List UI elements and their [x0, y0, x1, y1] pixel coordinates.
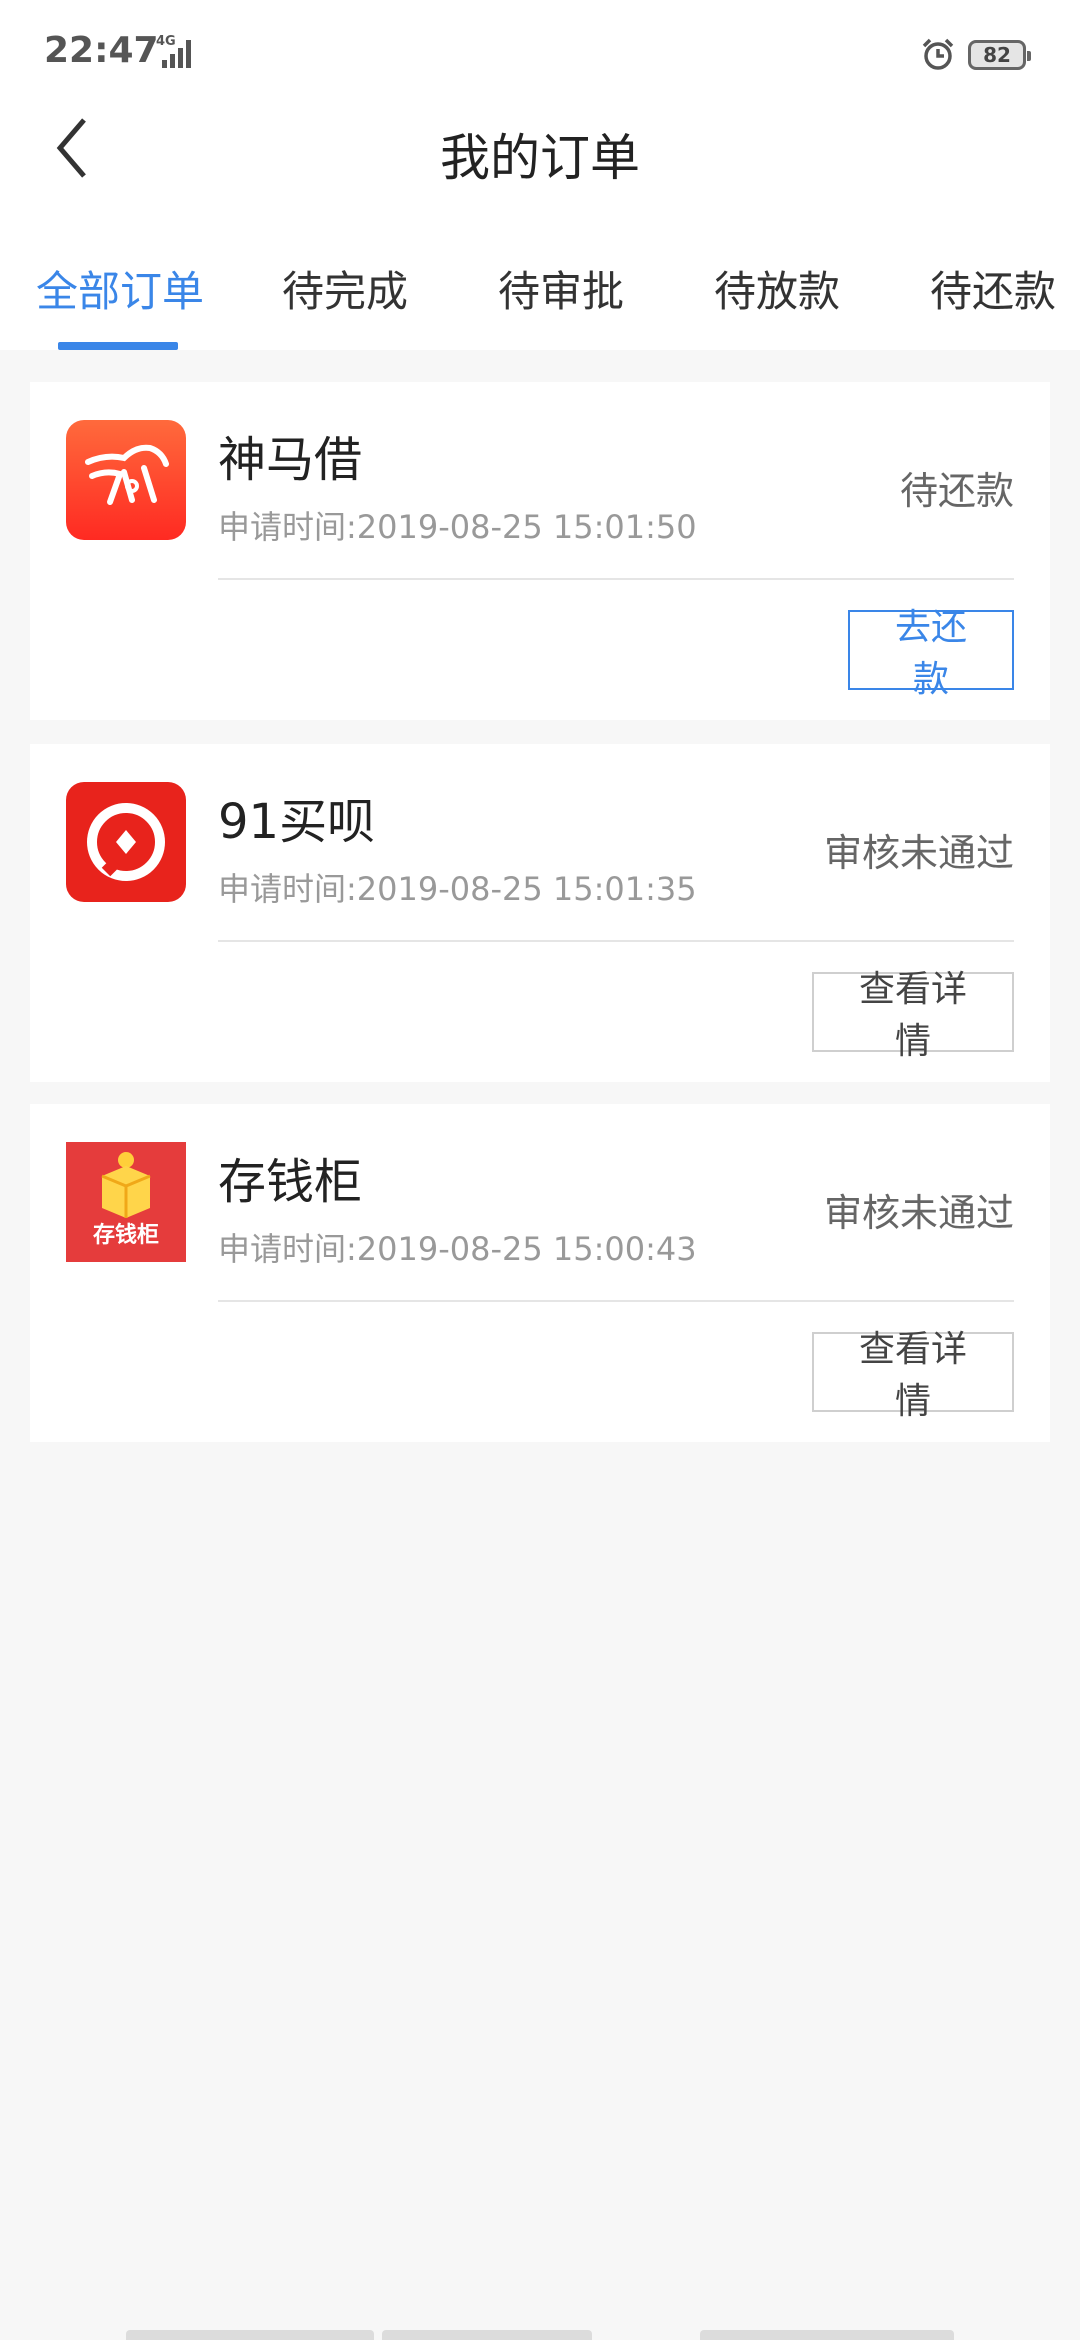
- cunqiangui-logo-icon: 存钱柜: [66, 1142, 186, 1262]
- status-right: 82: [920, 36, 1040, 76]
- 91maibei-logo-icon: [66, 782, 186, 902]
- divider: [218, 578, 1014, 580]
- view-details-button[interactable]: 查看详情: [812, 1329, 1014, 1422]
- order-status: 审核未通过: [823, 1191, 1014, 1235]
- active-tab-indicator: [58, 342, 178, 350]
- order-time: 申请时间:2019-08-25 15:00:43: [218, 1230, 697, 1268]
- view-details-button[interactable]: 查看详情: [812, 969, 1014, 1062]
- order-name: 神马借: [218, 432, 363, 488]
- order-card[interactable]: 存钱柜 存钱柜 申请时间:2019-08-25 15:00:43 审核未通过 查…: [30, 1104, 1050, 1442]
- network-type: 4G: [156, 34, 176, 49]
- signal-icon: 4G: [142, 34, 202, 70]
- order-name: 存钱柜: [218, 1154, 363, 1210]
- page-title: 我的订单: [440, 129, 640, 187]
- order-time: 申请时间:2019-08-25 15:01:35: [218, 870, 697, 908]
- tab-pending-disbursement[interactable]: 待放款: [714, 258, 840, 319]
- order-card[interactable]: 91买呗 申请时间:2019-08-25 15:01:35 审核未通过 查看详情: [30, 744, 1050, 1082]
- battery-indicator: 82: [968, 40, 1031, 70]
- top-area: 22:47 4G 82 我的订单 全部订单 待完成 待审批 待放款 待还款: [0, 0, 1080, 350]
- order-name: 91买呗: [218, 794, 376, 850]
- order-time: 申请时间:2019-08-25 15:01:50: [218, 508, 697, 546]
- alarm-icon: [922, 38, 954, 70]
- tab-pending-approval[interactable]: 待审批: [498, 258, 624, 319]
- logo-text: 存钱柜: [93, 1222, 159, 1248]
- order-card[interactable]: 神马借 申请时间:2019-08-25 15:01:50 待还款 去还款: [30, 382, 1050, 720]
- tab-pending-completion[interactable]: 待完成: [282, 258, 408, 319]
- divider: [218, 1300, 1014, 1302]
- divider: [218, 940, 1014, 942]
- order-status: 待还款: [899, 469, 1014, 513]
- repay-button[interactable]: 去还款: [848, 607, 1014, 700]
- shenmajie-logo-icon: [66, 420, 186, 540]
- tab-bar: 全部订单 待完成 待审批 待放款 待还款: [0, 250, 1080, 350]
- order-status: 审核未通过: [823, 831, 1014, 875]
- tab-all-orders[interactable]: 全部订单: [36, 258, 204, 319]
- tab-pending-repayment[interactable]: 待还款: [930, 258, 1056, 319]
- gesture-bar: [126, 2330, 954, 2340]
